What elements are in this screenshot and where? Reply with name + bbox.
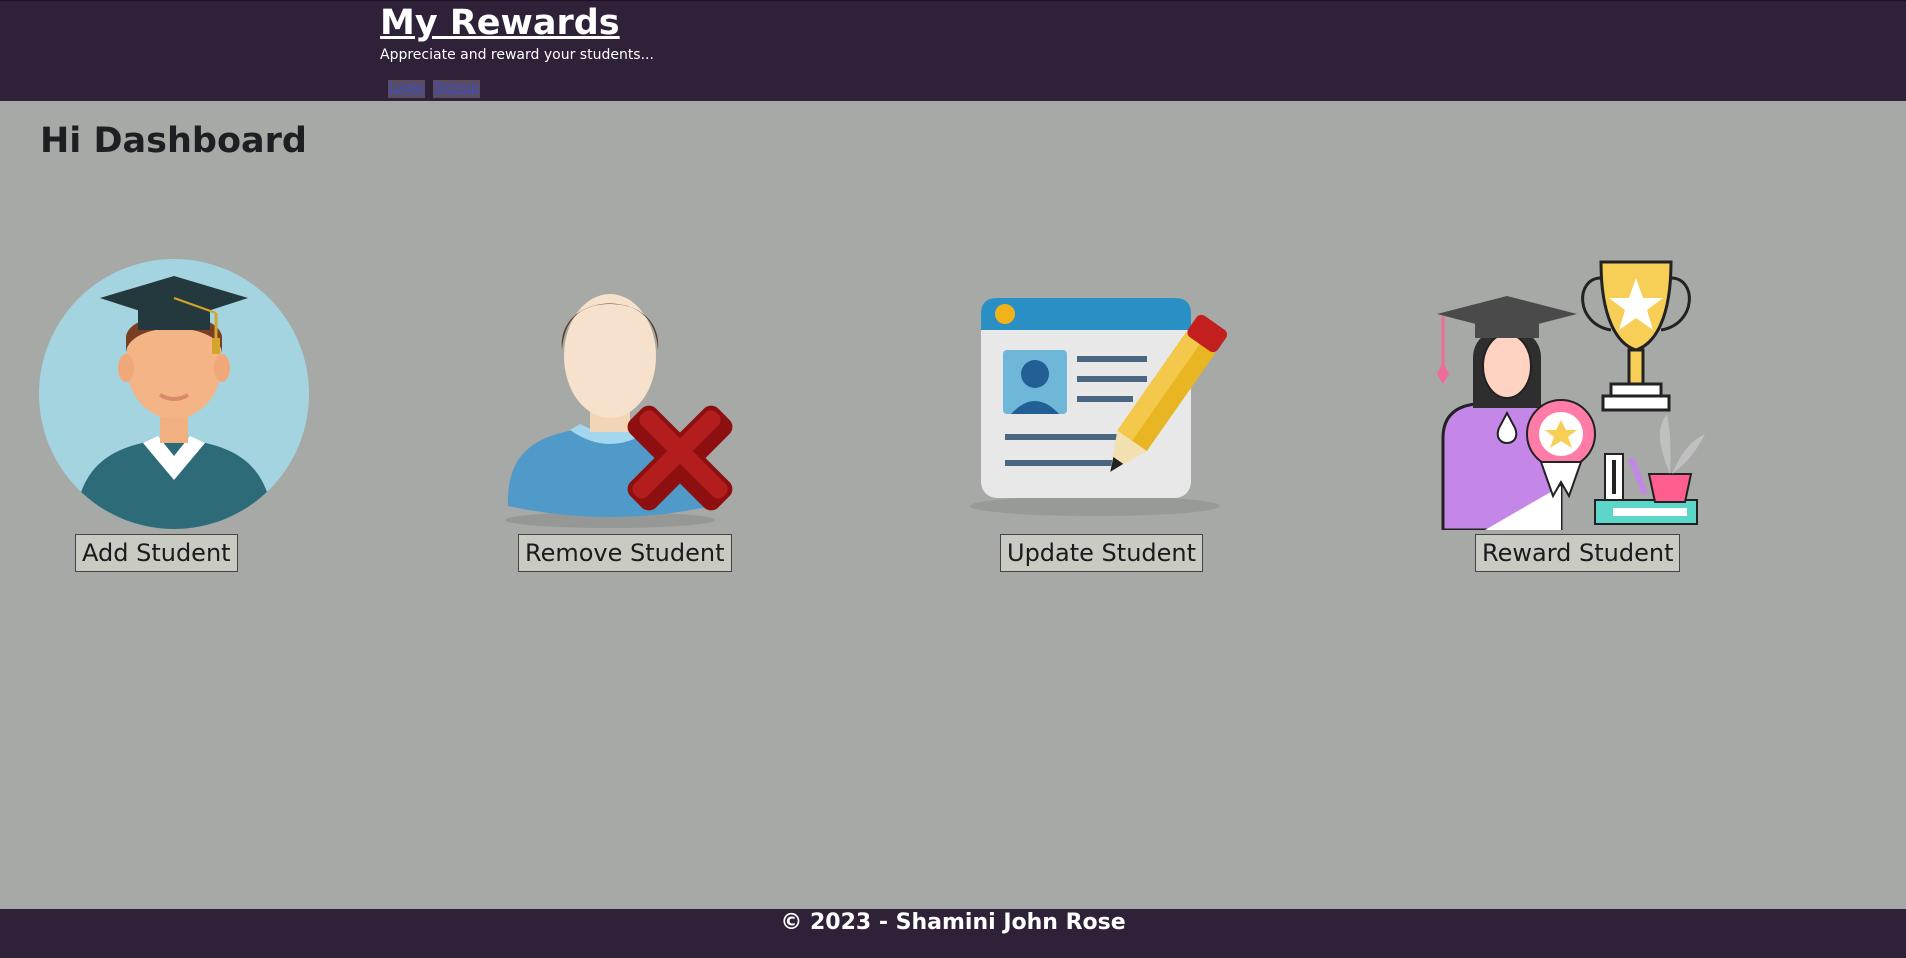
signup-link[interactable]: Signup	[433, 80, 480, 98]
dashboard-main: Hi Dashboard Add Student Remove Student …	[0, 101, 1906, 909]
update-student-card: Update Student	[965, 258, 1235, 578]
edit-id-card-icon	[970, 298, 1228, 516]
site-header: My Rewards Appreciate and reward your st…	[0, 0, 1906, 101]
page-title: Hi Dashboard	[40, 121, 307, 161]
student-graduate-icon	[39, 259, 309, 529]
add-student-button[interactable]: Add Student	[75, 534, 238, 572]
login-link[interactable]: Login	[388, 80, 426, 98]
remove-user-icon	[505, 294, 733, 528]
site-footer: © 2023 - Shamini John Rose	[0, 909, 1906, 958]
update-student-button[interactable]: Update Student	[1000, 534, 1204, 572]
reward-student-card: Reward Student	[1435, 258, 1715, 578]
footer-copyright: © 2023 - Shamini John Rose	[780, 910, 1126, 935]
remove-student-card: Remove Student	[500, 258, 760, 578]
nav-links: Login Signup	[388, 80, 480, 98]
brand-link[interactable]: My Rewards	[380, 3, 620, 43]
reward-student-button[interactable]: Reward Student	[1475, 534, 1681, 572]
graduate-trophy-icon	[1437, 260, 1705, 530]
remove-student-button[interactable]: Remove Student	[518, 534, 732, 572]
add-student-card: Add Student	[38, 258, 318, 578]
tagline: Appreciate and reward your students...	[380, 47, 654, 63]
